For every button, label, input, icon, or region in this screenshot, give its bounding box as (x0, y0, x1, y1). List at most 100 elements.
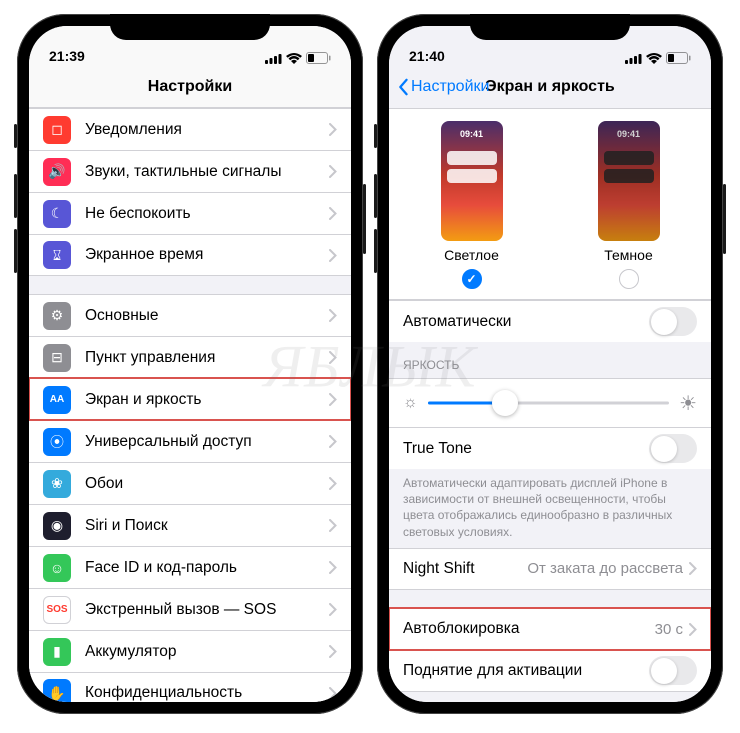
settings-row-control-center[interactable]: ⊟ Пункт управления (29, 336, 351, 378)
auto-lock-detail: 30 с (655, 621, 683, 638)
accessibility-icon: ⦿ (43, 428, 71, 456)
brightness-row: ☼ ☀︎ (389, 378, 711, 427)
chevron-icon (329, 165, 337, 178)
row-label: Уведомления (85, 121, 329, 139)
chevron-icon (329, 351, 337, 364)
sos-icon: SOS (43, 596, 71, 624)
row-label: Экранное время (85, 246, 329, 264)
row-label: Siri и Поиск (85, 517, 329, 535)
automatic-label: Автоматически (403, 313, 649, 331)
wifi-icon (646, 53, 662, 64)
truetone-footer: Автоматически адаптировать дисплей iPhon… (389, 469, 711, 548)
chevron-icon (329, 309, 337, 322)
chevron-icon (329, 393, 337, 406)
screen-time-icon: ⌛︎ (43, 241, 71, 269)
display-settings[interactable]: 09:41 Светлое 09:41 Темное (389, 108, 711, 702)
night-shift-label: Night Shift (403, 560, 527, 578)
page-title: Экран и яркость (485, 78, 615, 96)
row-label: Пункт управления (85, 349, 329, 367)
light-label: Светлое (444, 247, 499, 263)
chevron-icon (329, 561, 337, 574)
brightness-slider[interactable] (428, 389, 669, 417)
status-time: 21:40 (409, 48, 445, 64)
notifications-icon: ◻︎ (43, 116, 71, 144)
row-label: Основные (85, 307, 329, 325)
settings-row-siri[interactable]: ◉Siri и Поиск (29, 504, 351, 546)
chevron-icon (689, 562, 697, 575)
chevron-icon (329, 207, 337, 220)
row-label: Универсальный доступ (85, 433, 329, 451)
status-indicators (625, 52, 691, 64)
appearance-dark[interactable]: 09:41 Темное (598, 121, 660, 289)
settings-row-sounds[interactable]: 🔊 Звуки, тактильные сигналы (29, 150, 351, 192)
settings-row-accessibility[interactable]: ⦿ Универсальный доступ (29, 420, 351, 462)
row-label: Звуки, тактильные сигналы (85, 163, 329, 181)
row-label: Face ID и код-пароль (85, 559, 329, 577)
signal-icon (625, 53, 642, 64)
row-label: Обои (85, 475, 329, 493)
nav-bar: Настройки (29, 66, 351, 108)
battery-icon (306, 52, 331, 64)
privacy-icon: ✋ (43, 679, 71, 702)
auto-lock-row[interactable]: Автоблокировка 30 с (389, 608, 711, 650)
raise-to-wake-row[interactable]: Поднятие для активации (389, 650, 711, 692)
settings-row-screen-time[interactable]: ⌛︎ Экранное время (29, 234, 351, 276)
wifi-icon (286, 53, 302, 64)
settings-row-battery[interactable]: ▮Аккумулятор (29, 630, 351, 672)
settings-row-general[interactable]: ⚙︎ Основные (29, 294, 351, 336)
general-icon: ⚙︎ (43, 302, 71, 330)
settings-row-sos[interactable]: SOS Экстренный вызов — SOS (29, 588, 351, 630)
row-label: Конфиденциальность (85, 684, 329, 702)
light-thumbnail: 09:41 (441, 121, 503, 241)
chevron-icon (689, 623, 697, 636)
settings-list[interactable]: ◻︎ Уведомления 🔊 Звуки, тактильные сигналы ☾… (29, 108, 351, 702)
chevron-icon (329, 435, 337, 448)
settings-row-wallpaper[interactable]: ❀ Обои (29, 462, 351, 504)
chevron-icon (329, 519, 337, 532)
back-label: Настройки (411, 78, 489, 96)
nav-bar: Настройки Экран и яркость (389, 66, 711, 108)
appearance-light[interactable]: 09:41 Светлое (441, 121, 503, 289)
row-label: Не беспокоить (85, 205, 329, 223)
wallpaper-icon: ❀ (43, 470, 71, 498)
display-icon: AA (43, 386, 71, 414)
auto-lock-label: Автоблокировка (403, 620, 655, 638)
brightness-header: ЯРКОСТЬ (389, 342, 711, 378)
sun-large-icon: ☀︎ (679, 391, 697, 416)
settings-row-dnd[interactable]: ☾ Не беспокоить (29, 192, 351, 234)
light-radio[interactable] (462, 269, 482, 289)
faceid-icon: ☺︎ (43, 554, 71, 582)
row-label: Экстренный вызов — SOS (85, 601, 329, 619)
back-button[interactable]: Настройки (397, 78, 489, 96)
truetone-row[interactable]: True Tone (389, 427, 711, 469)
page-title: Настройки (148, 78, 232, 96)
phone-left: 21:39 Настройки ◻︎ Уведомления 🔊 Звуки, так… (17, 14, 363, 714)
status-indicators (265, 52, 331, 64)
battery-icon (666, 52, 691, 64)
chevron-icon (329, 123, 337, 136)
sun-small-icon: ☼ (403, 394, 418, 412)
row-label: Экран и яркость (85, 391, 329, 409)
automatic-toggle[interactable] (649, 307, 697, 336)
truetone-toggle[interactable] (649, 434, 697, 463)
settings-row-display[interactable]: AA Экран и яркость (29, 378, 351, 420)
chevron-icon (329, 645, 337, 658)
settings-row-privacy[interactable]: ✋ Конфиденциальность (29, 672, 351, 702)
raise-label: Поднятие для активации (403, 662, 649, 680)
chevron-icon (329, 603, 337, 616)
dnd-icon: ☾ (43, 200, 71, 228)
control-center-icon: ⊟ (43, 344, 71, 372)
raise-toggle[interactable] (649, 656, 697, 685)
status-time: 21:39 (49, 48, 85, 64)
chevron-icon (329, 249, 337, 262)
dark-radio[interactable] (619, 269, 639, 289)
row-label: Аккумулятор (85, 643, 329, 661)
night-shift-row[interactable]: Night Shift От заката до рассвета (389, 548, 711, 590)
chevron-icon (329, 687, 337, 700)
sounds-icon: 🔊 (43, 158, 71, 186)
settings-row-notifications[interactable]: ◻︎ Уведомления (29, 108, 351, 150)
automatic-row[interactable]: Автоматически (389, 300, 711, 342)
truetone-label: True Tone (403, 440, 649, 458)
signal-icon (265, 53, 282, 64)
settings-row-faceid[interactable]: ☺︎ Face ID и код-пароль (29, 546, 351, 588)
